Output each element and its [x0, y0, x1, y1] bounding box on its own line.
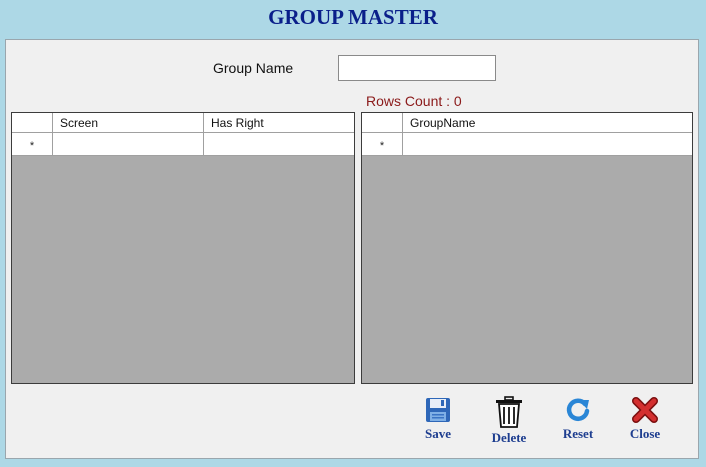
trash-can-icon: [496, 396, 522, 428]
row-header[interactable]: *: [12, 133, 53, 155]
grid-header: GroupName: [362, 113, 692, 133]
group-name-label: Group Name: [213, 60, 294, 76]
new-row[interactable]: *: [362, 133, 692, 156]
group-name-grid[interactable]: GroupName *: [361, 112, 693, 384]
cell-groupname[interactable]: [403, 133, 692, 155]
save-label: Save: [425, 426, 451, 441]
main-panel: Group Name Rows Count : 0 Screen Has Rig…: [5, 39, 699, 459]
rows-count-label: Rows Count : 0: [366, 93, 462, 109]
save-button[interactable]: Save: [410, 396, 466, 446]
close-label: Close: [629, 426, 661, 441]
delete-label: Delete: [491, 430, 527, 445]
group-name-input[interactable]: [338, 55, 496, 81]
close-button[interactable]: Close: [617, 396, 673, 446]
row-header-corner[interactable]: [362, 113, 403, 132]
grid-header: Screen Has Right: [12, 113, 354, 133]
new-row-marker: *: [379, 140, 385, 152]
refresh-icon: [566, 398, 590, 421]
red-x-icon: [632, 397, 658, 423]
row-header[interactable]: *: [362, 133, 403, 155]
screen-rights-grid[interactable]: Screen Has Right *: [11, 112, 355, 384]
delete-button[interactable]: Delete: [481, 396, 537, 446]
new-row-marker: *: [29, 140, 35, 152]
cell-screen[interactable]: [53, 133, 204, 155]
cell-has-right[interactable]: [204, 133, 354, 155]
column-header-screen[interactable]: Screen: [53, 113, 204, 132]
reset-button[interactable]: Reset: [550, 396, 606, 446]
row-header-corner[interactable]: [12, 113, 53, 132]
floppy-disk-icon: [426, 398, 450, 422]
reset-label: Reset: [562, 426, 594, 441]
new-row[interactable]: *: [12, 133, 354, 156]
column-header-groupname[interactable]: GroupName: [403, 113, 692, 132]
form-title: GROUP MASTER: [268, 5, 438, 29]
column-header-has-right[interactable]: Has Right: [204, 113, 354, 132]
